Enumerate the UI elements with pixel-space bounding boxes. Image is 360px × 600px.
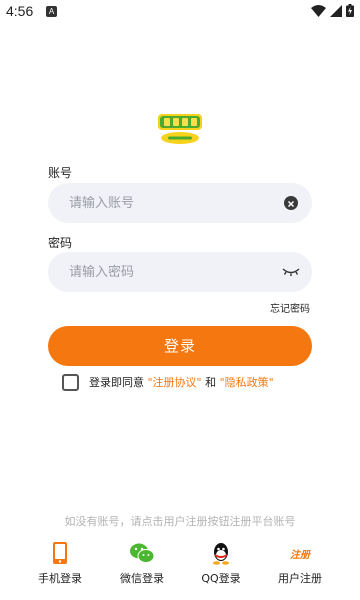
qq-icon	[213, 543, 229, 565]
account-label: 账号	[48, 166, 73, 180]
wechat-login-button[interactable]: 微信登录	[102, 540, 182, 586]
agreement-checkbox[interactable]	[62, 373, 79, 391]
status-time: 4:56	[6, 3, 34, 19]
app-logo	[158, 114, 202, 144]
status-bar: 4:56 A	[0, 0, 360, 24]
wechat-icon	[130, 543, 155, 563]
agreement-and: 和	[205, 376, 217, 389]
login-button[interactable]: 登录	[48, 326, 312, 366]
phone-icon	[53, 542, 67, 564]
account-input[interactable]	[69, 183, 279, 223]
phone-login-label: 手机登录	[38, 572, 82, 585]
signal-icon	[330, 4, 342, 17]
battery-icon	[346, 4, 354, 17]
register-icon: 注册	[290, 549, 310, 561]
notification-badge-icon: A	[46, 6, 57, 17]
password-input[interactable]	[69, 252, 279, 292]
agreement-row: 登录即同意 "注册协议" 和 "隐私政策"	[62, 373, 274, 391]
terms-link[interactable]: "注册协议"	[148, 374, 202, 390]
forgot-password-link[interactable]: 忘记密码	[270, 300, 310, 315]
user-register-button[interactable]: 注册 用户注册	[260, 540, 340, 586]
eye-closed-icon[interactable]	[282, 266, 300, 278]
agreement-prefix: 登录即同意	[89, 376, 144, 389]
wechat-login-label: 微信登录	[120, 572, 164, 585]
password-field[interactable]	[48, 252, 312, 292]
wifi-icon	[311, 4, 326, 17]
register-hint: 如没有账号，请点击用户注册按钮注册平台账号	[64, 515, 296, 528]
status-icons	[311, 4, 354, 17]
phone-login-button[interactable]: 手机登录	[20, 540, 100, 586]
qq-login-button[interactable]: QQ登录	[181, 540, 261, 586]
user-register-label: 用户注册	[278, 572, 322, 585]
qq-login-label: QQ登录	[201, 572, 241, 585]
clear-input-icon[interactable]	[284, 196, 298, 210]
privacy-link[interactable]: "隐私政策"	[220, 374, 274, 390]
account-field[interactable]	[48, 183, 312, 223]
password-label: 密码	[48, 236, 73, 250]
login-methods: 手机登录 微信登录 QQ登录 注册 用户注册	[0, 540, 360, 590]
